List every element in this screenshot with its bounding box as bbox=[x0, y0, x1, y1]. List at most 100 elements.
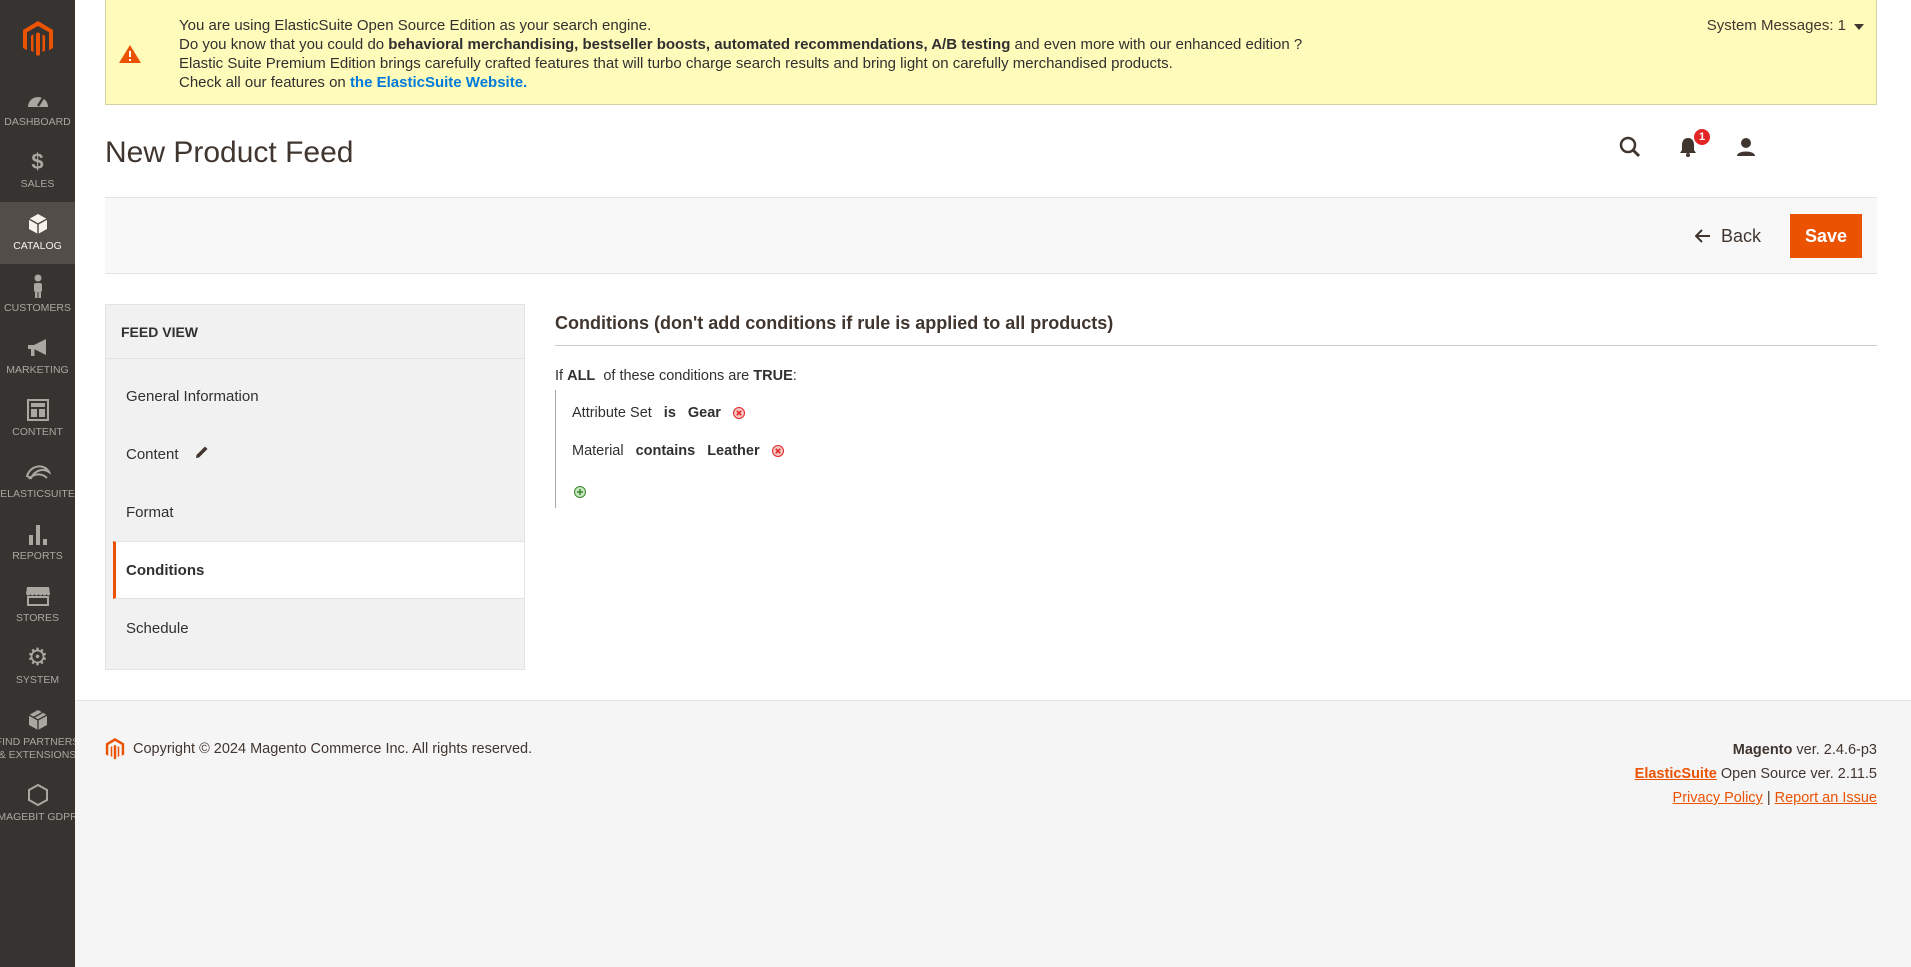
if-text: If bbox=[555, 368, 564, 384]
tab-label: Conditions bbox=[126, 561, 205, 579]
conditions-title: Conditions (don't add conditions if rule… bbox=[555, 304, 1877, 346]
sidebar-item-content[interactable]: CONTENT bbox=[0, 388, 75, 450]
tab-label: Content bbox=[126, 445, 179, 463]
notice-line: You are using ElasticSuite Open Source E… bbox=[179, 17, 652, 34]
of-these-text: of these conditions are bbox=[603, 368, 750, 384]
tab-content[interactable]: Content bbox=[106, 425, 524, 483]
sidebar-item-label: REPORTS bbox=[12, 549, 63, 562]
sidebar-item-label: ELASTICSUITE bbox=[0, 487, 75, 500]
caret-down-icon bbox=[1854, 16, 1864, 35]
search-icon bbox=[1619, 136, 1641, 158]
save-button[interactable]: Save bbox=[1790, 214, 1862, 258]
sidebar-item-partners[interactable]: FIND PARTNERS & EXTENSIONS bbox=[0, 698, 75, 773]
sidebar-item-label: DASHBOARD bbox=[4, 115, 71, 128]
privacy-policy-link[interactable]: Privacy Policy bbox=[1673, 790, 1763, 806]
tab-format[interactable]: Format bbox=[106, 483, 524, 541]
notification-count-badge: 1 bbox=[1693, 128, 1711, 146]
gear-icon: ⚙ bbox=[26, 643, 49, 671]
conditions-aggregator-line: If ALL of these conditions are TRUE: bbox=[555, 368, 1877, 384]
add-condition-row bbox=[572, 470, 1877, 508]
notice-line: Elastic Suite Premium Edition brings car… bbox=[179, 55, 1173, 72]
elasticsuite-icon bbox=[25, 461, 51, 483]
sidebar-item-sales[interactable]: $ SALES bbox=[0, 140, 75, 202]
copyright: Copyright © 2024 Magento Commerce Inc. A… bbox=[105, 738, 532, 760]
remove-icon bbox=[732, 407, 745, 419]
sidebar-item-label: CATALOG bbox=[13, 239, 62, 252]
condition-operator[interactable]: contains bbox=[636, 443, 696, 459]
sidebar-item-customers[interactable]: CUSTOMERS bbox=[0, 264, 75, 326]
hexagon-icon bbox=[27, 783, 48, 806]
feed-view-tabs: FEED VIEW General Information Content Fo… bbox=[105, 304, 525, 670]
remove-condition-button[interactable] bbox=[771, 445, 784, 457]
add-condition-button[interactable] bbox=[574, 486, 586, 498]
header-actions: 1 bbox=[1619, 128, 1757, 158]
remove-icon bbox=[771, 445, 784, 457]
person-icon bbox=[31, 274, 45, 298]
report-issue-link[interactable]: Report an Issue bbox=[1775, 790, 1877, 806]
gauge-icon bbox=[26, 89, 50, 111]
condition-row: Material contains Leather bbox=[572, 432, 1877, 470]
arrow-left-icon bbox=[1694, 229, 1710, 243]
value-select[interactable]: TRUE bbox=[753, 368, 792, 384]
main-content: You are using ElasticSuite Open Source E… bbox=[75, 0, 1911, 967]
warning-icon bbox=[118, 44, 142, 69]
back-button[interactable]: Back bbox=[1694, 214, 1761, 258]
store-icon bbox=[25, 585, 51, 607]
sidebar-item-dashboard[interactable]: DASHBOARD bbox=[0, 78, 75, 140]
pencil-icon bbox=[195, 445, 209, 463]
sidebar-item-system[interactable]: ⚙ SYSTEM bbox=[0, 636, 75, 698]
elasticsuite-website-link[interactable]: the ElasticSuite Website. bbox=[350, 74, 527, 91]
sidebar-item-label: CONTENT bbox=[12, 425, 63, 438]
conditions-tree: Attribute Set is Gear Material contains … bbox=[555, 390, 1877, 508]
system-messages-label: System Messages: 1 bbox=[1706, 17, 1846, 34]
dollar-icon: $ bbox=[31, 149, 44, 175]
magento-logo-icon bbox=[22, 21, 53, 56]
magento-name: Magento bbox=[1732, 742, 1793, 758]
magento-logo-icon bbox=[105, 738, 125, 760]
add-icon bbox=[574, 486, 586, 498]
tab-general-information[interactable]: General Information bbox=[106, 367, 524, 425]
sidebar-item-elasticsuite[interactable]: ELASTICSUITE bbox=[0, 450, 75, 512]
elasticsuite-link[interactable]: ElasticSuite bbox=[1635, 766, 1717, 782]
elasticsuite-notice: You are using ElasticSuite Open Source E… bbox=[105, 0, 1877, 105]
megaphone-icon bbox=[26, 337, 50, 359]
page-header: New Product Feed 1 bbox=[105, 128, 1877, 196]
tab-label: General Information bbox=[126, 387, 259, 405]
link-separator: | bbox=[1762, 790, 1775, 806]
conditions-body: If ALL of these conditions are TRUE: Att… bbox=[555, 368, 1877, 508]
sidebar-item-catalog[interactable]: CATALOG bbox=[0, 202, 75, 264]
global-search-button[interactable] bbox=[1619, 136, 1641, 158]
sidebar-item-stores[interactable]: STORES bbox=[0, 574, 75, 636]
page-footer: Copyright © 2024 Magento Commerce Inc. A… bbox=[75, 700, 1911, 967]
tabs-title: FEED VIEW bbox=[106, 305, 524, 359]
tab-schedule[interactable]: Schedule bbox=[106, 599, 524, 657]
notifications-button[interactable]: 1 bbox=[1677, 128, 1711, 158]
tab-conditions[interactable]: Conditions bbox=[113, 541, 524, 599]
condition-operator[interactable]: is bbox=[664, 405, 676, 421]
sidebar-item-reports[interactable]: REPORTS bbox=[0, 512, 75, 574]
elasticsuite-version: ElasticSuite Open Source ver. 2.11.5 bbox=[1635, 762, 1877, 786]
sidebar-item-label: SYSTEM bbox=[15, 673, 60, 686]
account-button[interactable] bbox=[1735, 136, 1757, 158]
notice-bold-text: behavioral merchandising, bestseller boo… bbox=[388, 36, 1011, 53]
remove-condition-button[interactable] bbox=[732, 407, 745, 419]
sidebar-item-marketing[interactable]: MARKETING bbox=[0, 326, 75, 388]
condition-attribute: Attribute Set bbox=[572, 405, 652, 421]
condition-attribute: Material bbox=[572, 443, 624, 459]
sidebar-item-gdpr[interactable]: MAGEBIT GDPR bbox=[0, 773, 75, 835]
notice-message: You are using ElasticSuite Open Source E… bbox=[179, 16, 1302, 92]
layout-icon bbox=[26, 398, 49, 421]
magento-logo[interactable] bbox=[0, 0, 75, 78]
condition-row: Attribute Set is Gear bbox=[572, 394, 1877, 432]
system-messages-toggle[interactable]: System Messages: 1 bbox=[1707, 16, 1864, 35]
notice-line: Check all our features on the ElasticSui… bbox=[179, 73, 1302, 92]
sidebar-item-label: & EXTENSIONS bbox=[0, 749, 75, 761]
condition-value[interactable]: Leather bbox=[707, 443, 759, 459]
magento-version: Magento ver. 2.4.6-p3 bbox=[1635, 738, 1877, 762]
sidebar-item-label: MARKETING bbox=[6, 363, 69, 376]
page-title: New Product Feed bbox=[105, 136, 354, 169]
aggregator-select[interactable]: ALL bbox=[567, 368, 595, 384]
sidebar-item-label: FIND PARTNERS bbox=[0, 735, 75, 748]
condition-value[interactable]: Gear bbox=[688, 405, 721, 421]
notice-text: Check all our features on bbox=[179, 74, 350, 91]
